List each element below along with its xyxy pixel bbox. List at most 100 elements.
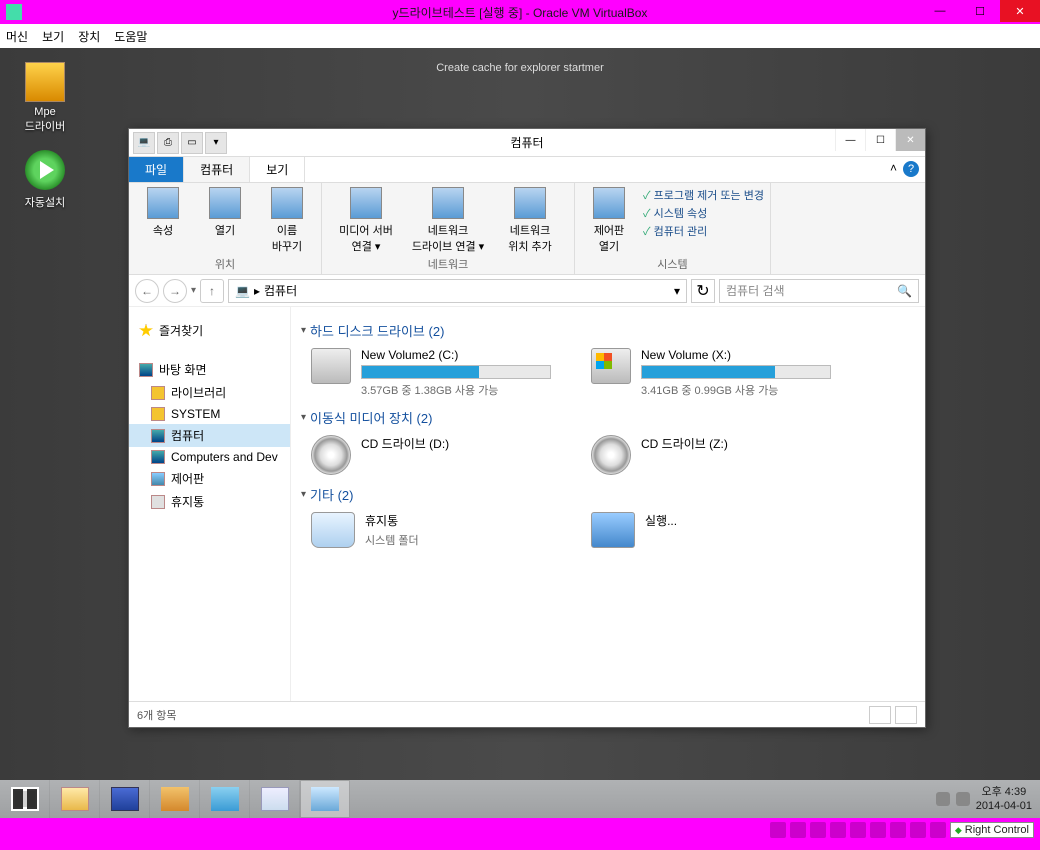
- tab-view[interactable]: 보기: [250, 157, 305, 182]
- menu-help[interactable]: 도움말: [114, 28, 147, 45]
- recycle-bin-icon: [311, 512, 355, 548]
- vbox-close-button[interactable]: ✕: [1000, 0, 1040, 22]
- view-details-button[interactable]: [869, 706, 891, 724]
- drive-x[interactable]: New Volume (X:) 3.41GB 중 0.99GB 사용 가능: [591, 348, 831, 398]
- tray-action-icon[interactable]: [956, 792, 970, 806]
- vbox-shared-icon[interactable]: [830, 822, 846, 838]
- rename-icon: [271, 187, 303, 219]
- refresh-button[interactable]: ↻: [691, 279, 715, 303]
- breadcrumb-item[interactable]: 컴퓨터: [264, 282, 297, 299]
- folder-icon: [61, 787, 89, 811]
- nav-up-button[interactable]: ↑: [200, 279, 224, 303]
- clock-time: 오후 4:39: [976, 785, 1032, 799]
- control-panel-icon: [151, 472, 165, 486]
- nav-recycle-bin[interactable]: 휴지통: [129, 490, 290, 513]
- nav-computers-dev[interactable]: Computers and Dev: [129, 447, 290, 467]
- vbox-network-icon[interactable]: [870, 822, 886, 838]
- taskbar-clock[interactable]: 오후 4:39 2014-04-01: [976, 785, 1032, 813]
- taskbar-explorer-button[interactable]: [50, 780, 100, 818]
- ribbon-media-server-button[interactable]: 미디어 서버 연결 ▾: [328, 187, 404, 254]
- ribbon-compmgmt-link[interactable]: 컴퓨터 관리: [643, 223, 764, 241]
- drive-c[interactable]: New Volume2 (C:) 3.57GB 중 1.38GB 사용 가능: [311, 348, 551, 398]
- guest-desktop[interactable]: Create cache for explorer startmer Mpe 드…: [0, 48, 1040, 818]
- vbox-display-icon[interactable]: [850, 822, 866, 838]
- network-drive-icon: [432, 187, 464, 219]
- nav-favorites[interactable]: 즐겨찾기: [129, 319, 290, 342]
- ribbon-map-drive-button[interactable]: 네트워크 드라이브 연결 ▾: [410, 187, 486, 254]
- paint-icon: [211, 787, 239, 811]
- library-icon: [151, 386, 165, 400]
- ribbon-properties-button[interactable]: 속성: [135, 187, 191, 238]
- taskbar-network-button[interactable]: [300, 780, 350, 818]
- nav-libraries[interactable]: 라이브러리: [129, 381, 290, 404]
- status-item-count: 6개 항목: [137, 707, 177, 723]
- ribbon-sysprops-link[interactable]: 시스템 속성: [643, 205, 764, 223]
- menu-view[interactable]: 보기: [42, 28, 64, 45]
- desktop-icon: [139, 363, 153, 377]
- tray-shield-icon[interactable]: [936, 792, 950, 806]
- address-bar: ← → ▾ ↑ 💻 ▸ 컴퓨터 ▾ ↻ 컴퓨터 검색 🔍: [129, 275, 925, 307]
- item-recycle-bin[interactable]: 휴지통 시스템 폴더: [311, 512, 551, 548]
- tab-file[interactable]: 파일: [129, 157, 184, 182]
- group-header-removable[interactable]: 이동식 미디어 장치 (2): [301, 408, 915, 427]
- taskbar-tools-button[interactable]: [150, 780, 200, 818]
- vbox-usb-icon[interactable]: [810, 822, 826, 838]
- view-tiles-button[interactable]: [895, 706, 917, 724]
- vbox-maximize-button[interactable]: ☐: [960, 0, 1000, 22]
- tab-computer[interactable]: 컴퓨터: [184, 157, 250, 182]
- drive-cd-z[interactable]: CD 드라이브 (Z:): [591, 435, 831, 475]
- nav-back-button[interactable]: ←: [135, 279, 159, 303]
- nav-control-panel[interactable]: 제어판: [129, 467, 290, 490]
- taskbar-paint-button[interactable]: [200, 780, 250, 818]
- ribbon-add-netloc-button[interactable]: 네트워크 위치 추가: [492, 187, 568, 254]
- ribbon-uninstall-link[interactable]: 프로그램 제거 또는 변경: [643, 187, 764, 205]
- vbox-minimize-button[interactable]: —: [920, 0, 960, 22]
- menu-devices[interactable]: 장치: [78, 28, 100, 45]
- drive-usage-text: 3.41GB 중 0.99GB 사용 가능: [641, 382, 831, 398]
- vbox-cd-icon[interactable]: [790, 822, 806, 838]
- vbox-capture-icon[interactable]: [910, 822, 926, 838]
- menu-machine[interactable]: 머신: [6, 28, 28, 45]
- hdd-icon: [311, 348, 351, 384]
- breadcrumb-sep: ▸: [254, 284, 260, 298]
- help-icon[interactable]: ?: [903, 161, 919, 177]
- vbox-hdd-icon[interactable]: [770, 822, 786, 838]
- ribbon-rename-button[interactable]: 이름 바꾸기: [259, 187, 315, 254]
- drive-cd-d[interactable]: CD 드라이브 (D:): [311, 435, 551, 475]
- explorer-maximize-button[interactable]: ☐: [865, 129, 895, 151]
- explorer-titlebar[interactable]: 💻 ⎙ ▭ ▾ 컴퓨터 — ☐ ✕: [129, 129, 925, 157]
- ribbon-open-button[interactable]: 열기: [197, 187, 253, 238]
- nav-desktop[interactable]: 바탕 화면: [129, 358, 290, 381]
- drive-name: CD 드라이브 (D:): [361, 435, 551, 452]
- network-icon: [151, 450, 165, 464]
- group-header-hdd[interactable]: 하드 디스크 드라이브 (2): [301, 321, 915, 340]
- hdd-windows-icon: [591, 348, 631, 384]
- status-bar: 6개 항목: [129, 701, 925, 727]
- control-panel-icon: [593, 187, 625, 219]
- open-icon: [209, 187, 241, 219]
- desktop-icon-mpe-driver[interactable]: Mpe 드라이버: [10, 62, 80, 134]
- ribbon-collapse-icon[interactable]: ˄: [890, 161, 897, 177]
- vbox-audio-icon[interactable]: [890, 822, 906, 838]
- nav-computer[interactable]: 컴퓨터: [129, 424, 290, 447]
- nav-history-dropdown[interactable]: ▾: [191, 285, 196, 296]
- item-run[interactable]: 실행...: [591, 512, 831, 548]
- vbox-hostkey-indicator[interactable]: Right Control: [950, 822, 1034, 838]
- vbox-title: y드라이브테스트 [실행 중] - Oracle VM VirtualBox: [0, 4, 1040, 21]
- search-input[interactable]: 컴퓨터 검색 🔍: [719, 279, 919, 303]
- taskbar-save-button[interactable]: [100, 780, 150, 818]
- start-button[interactable]: [0, 780, 50, 818]
- desktop-icon-autoinstall[interactable]: 자동설치: [10, 150, 80, 210]
- taskbar-taskmgr-button[interactable]: [250, 780, 300, 818]
- explorer-close-button[interactable]: ✕: [895, 129, 925, 151]
- vbox-mouse-icon[interactable]: [930, 822, 946, 838]
- explorer-minimize-button[interactable]: —: [835, 129, 865, 151]
- group-header-other[interactable]: 기타 (2): [301, 485, 915, 504]
- breadcrumb-dropdown-icon[interactable]: ▾: [674, 284, 680, 298]
- nav-forward-button[interactable]: →: [163, 279, 187, 303]
- breadcrumb[interactable]: 💻 ▸ 컴퓨터 ▾: [228, 279, 687, 303]
- item-name: 휴지통: [365, 512, 551, 529]
- usage-bar: [361, 365, 551, 379]
- nav-system[interactable]: SYSTEM: [129, 404, 290, 424]
- ribbon-control-panel-button[interactable]: 제어판 열기: [581, 187, 637, 254]
